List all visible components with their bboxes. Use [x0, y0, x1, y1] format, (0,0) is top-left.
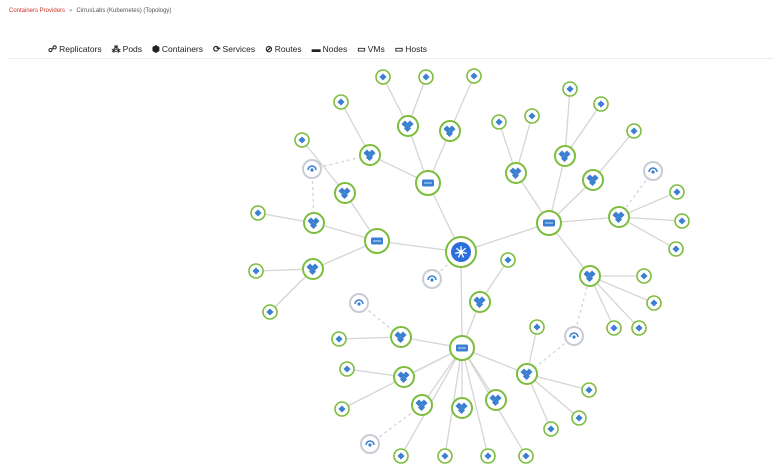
pod-node[interactable] — [393, 448, 409, 464]
node-icon — [451, 242, 471, 262]
replicator-node[interactable] — [579, 265, 601, 287]
replicator-node[interactable] — [439, 120, 461, 142]
pod-node[interactable] — [674, 213, 690, 229]
replicator-node[interactable] — [485, 389, 507, 411]
replicator-node[interactable] — [554, 145, 576, 167]
pod-node[interactable] — [543, 421, 559, 437]
replicator-node[interactable] — [390, 326, 412, 348]
pod-node[interactable] — [668, 241, 684, 257]
service-node[interactable] — [422, 269, 442, 289]
pod-node[interactable] — [631, 320, 647, 336]
pod-node[interactable] — [646, 295, 662, 311]
pod-node[interactable] — [529, 319, 545, 335]
pod-node[interactable] — [636, 268, 652, 284]
pod-node[interactable] — [480, 448, 496, 464]
node-icon — [543, 219, 555, 227]
replicator-node[interactable] — [608, 206, 630, 228]
replicator-node[interactable] — [516, 363, 538, 385]
replicator-node[interactable] — [397, 115, 419, 137]
pod-node[interactable] — [250, 205, 266, 221]
pod-node[interactable] — [331, 331, 347, 347]
node-icon — [456, 344, 468, 352]
kubernetes-provider-node[interactable] — [445, 236, 477, 268]
replicator-node[interactable] — [334, 182, 356, 204]
pod-node[interactable] — [491, 114, 507, 130]
replicator-node[interactable] — [393, 366, 415, 388]
node-icon — [371, 237, 383, 245]
pod-node[interactable] — [626, 123, 642, 139]
service-node[interactable] — [360, 434, 380, 454]
replicator-node[interactable] — [303, 212, 325, 234]
pod-node[interactable] — [524, 108, 540, 124]
replicator-node[interactable] — [451, 397, 473, 419]
pod-node[interactable] — [518, 448, 534, 464]
replicator-node[interactable] — [469, 291, 491, 313]
pod-node[interactable] — [262, 304, 278, 320]
pod-node[interactable] — [333, 94, 349, 110]
pod-node[interactable] — [669, 184, 685, 200]
host-node[interactable] — [449, 335, 475, 361]
pod-node[interactable] — [334, 401, 350, 417]
pod-node[interactable] — [339, 361, 355, 377]
node-icon — [422, 179, 434, 187]
pod-node[interactable] — [248, 263, 264, 279]
host-node[interactable] — [536, 210, 562, 236]
pod-node[interactable] — [466, 68, 482, 84]
pod-node[interactable] — [375, 69, 391, 85]
topology-nodes — [248, 68, 690, 464]
pod-node[interactable] — [294, 132, 310, 148]
pod-node[interactable] — [562, 81, 578, 97]
service-node[interactable] — [349, 293, 369, 313]
pod-node[interactable] — [437, 448, 453, 464]
service-node[interactable] — [302, 159, 322, 179]
pod-node[interactable] — [500, 252, 516, 268]
replicator-node[interactable] — [411, 394, 433, 416]
pod-node[interactable] — [606, 320, 622, 336]
topology-graph[interactable] — [0, 0, 781, 465]
pod-node[interactable] — [418, 69, 434, 85]
replicator-node[interactable] — [582, 169, 604, 191]
pod-node[interactable] — [571, 410, 587, 426]
service-node[interactable] — [564, 326, 584, 346]
replicator-node[interactable] — [505, 162, 527, 184]
pod-node[interactable] — [581, 382, 597, 398]
pod-node[interactable] — [593, 96, 609, 112]
host-node[interactable] — [364, 228, 390, 254]
replicator-node[interactable] — [302, 258, 324, 280]
host-node[interactable] — [415, 170, 441, 196]
replicator-node[interactable] — [359, 144, 381, 166]
service-node[interactable] — [643, 161, 663, 181]
